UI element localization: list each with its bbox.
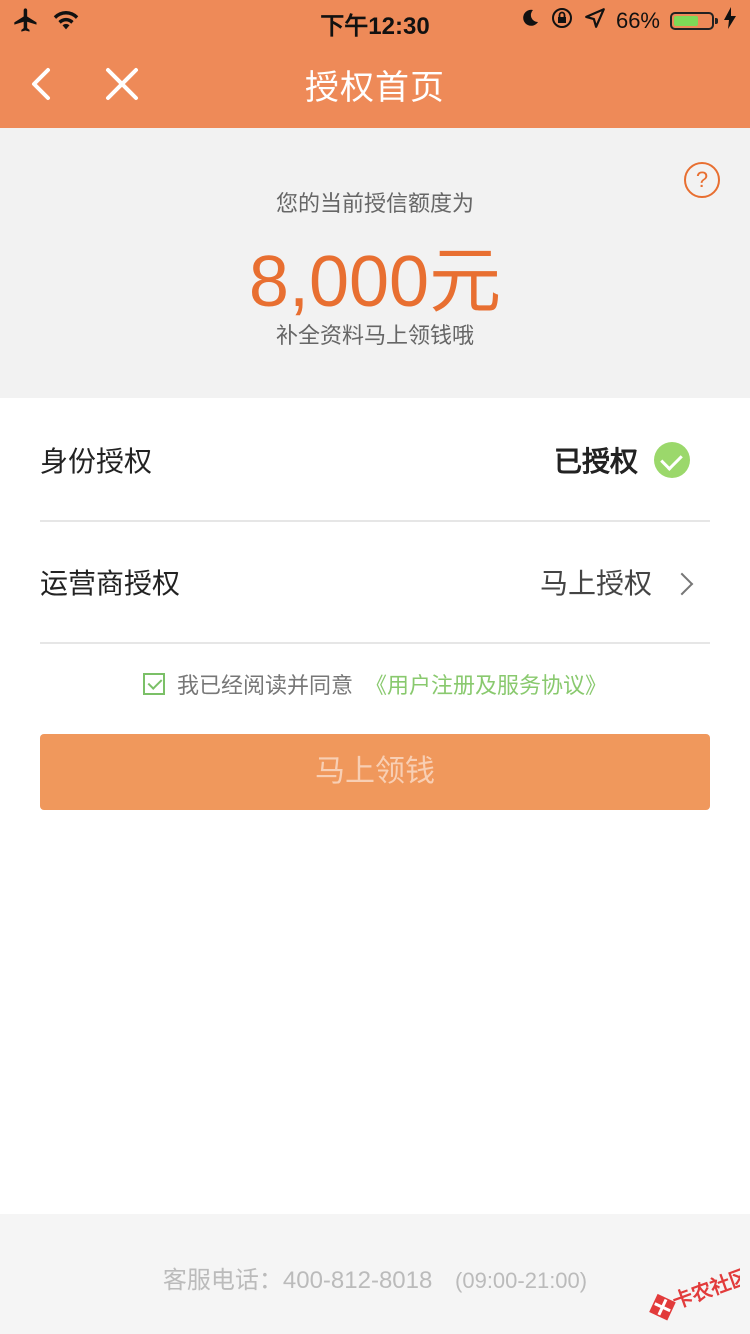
carrier-auth-status: 马上授权 — [539, 562, 694, 602]
moon-icon — [520, 8, 540, 34]
identity-auth-label: 身份授权 — [40, 446, 153, 477]
identity-auth-status-text: 已授权 — [553, 446, 638, 477]
battery-fill — [674, 16, 698, 26]
footer: 客服电话：400-812-8018 (09:00-21:00) — [0, 1214, 750, 1334]
agreement-checkbox[interactable] — [142, 673, 165, 695]
charging-icon — [724, 7, 736, 35]
page-title: 授权首页 — [305, 69, 445, 107]
identity-auth-row[interactable]: 身份授权 已授权 — [40, 400, 710, 522]
agreement-link[interactable]: 《用户注册及服务协议》 — [365, 668, 607, 700]
credit-amount: 8,000元 — [248, 242, 502, 322]
watermark-logo: 卡农社区 — [644, 1256, 750, 1322]
location-icon — [584, 7, 606, 35]
service-hours: (09:00-21:00) — [455, 1268, 588, 1293]
watermark-text: 卡农社区 — [669, 1264, 740, 1314]
carrier-auth-status-text: 马上授权 — [539, 568, 652, 599]
footer-hotline: 客服电话：400-812-8018 (09:00-21:00) — [0, 1260, 750, 1295]
battery-icon — [670, 12, 718, 30]
carrier-auth-label: 运营商授权 — [40, 568, 181, 599]
check-circle-icon — [654, 442, 690, 478]
chevron-right-icon — [670, 572, 694, 596]
orientation-lock-icon — [550, 6, 574, 36]
battery-percent: 66% — [615, 8, 660, 33]
status-right: 66% — [520, 6, 736, 36]
credit-panel: ? 您的当前授信额度为 8,000元 补全资料马上领钱哦 — [0, 128, 750, 398]
credit-subtitle: 补全资料马上领钱哦 — [275, 323, 474, 348]
hotline-text: 客服电话：400-812-8018 — [162, 1267, 433, 1294]
identity-auth-status: 已授权 — [554, 440, 690, 480]
get-money-button[interactable]: 马上领钱 — [40, 734, 710, 810]
nav-bar: 授权首页 — [0, 40, 750, 128]
credit-label: 您的当前授信额度为 — [275, 191, 474, 216]
status-bar: 下午12:30 66% — [0, 0, 750, 40]
agreement-text: 我已经阅读并同意 — [176, 673, 353, 698]
carrier-auth-row[interactable]: 运营商授权 马上授权 — [40, 522, 710, 644]
agreement-line: 我已经阅读并同意 《用户注册及服务协议》 — [0, 668, 750, 700]
